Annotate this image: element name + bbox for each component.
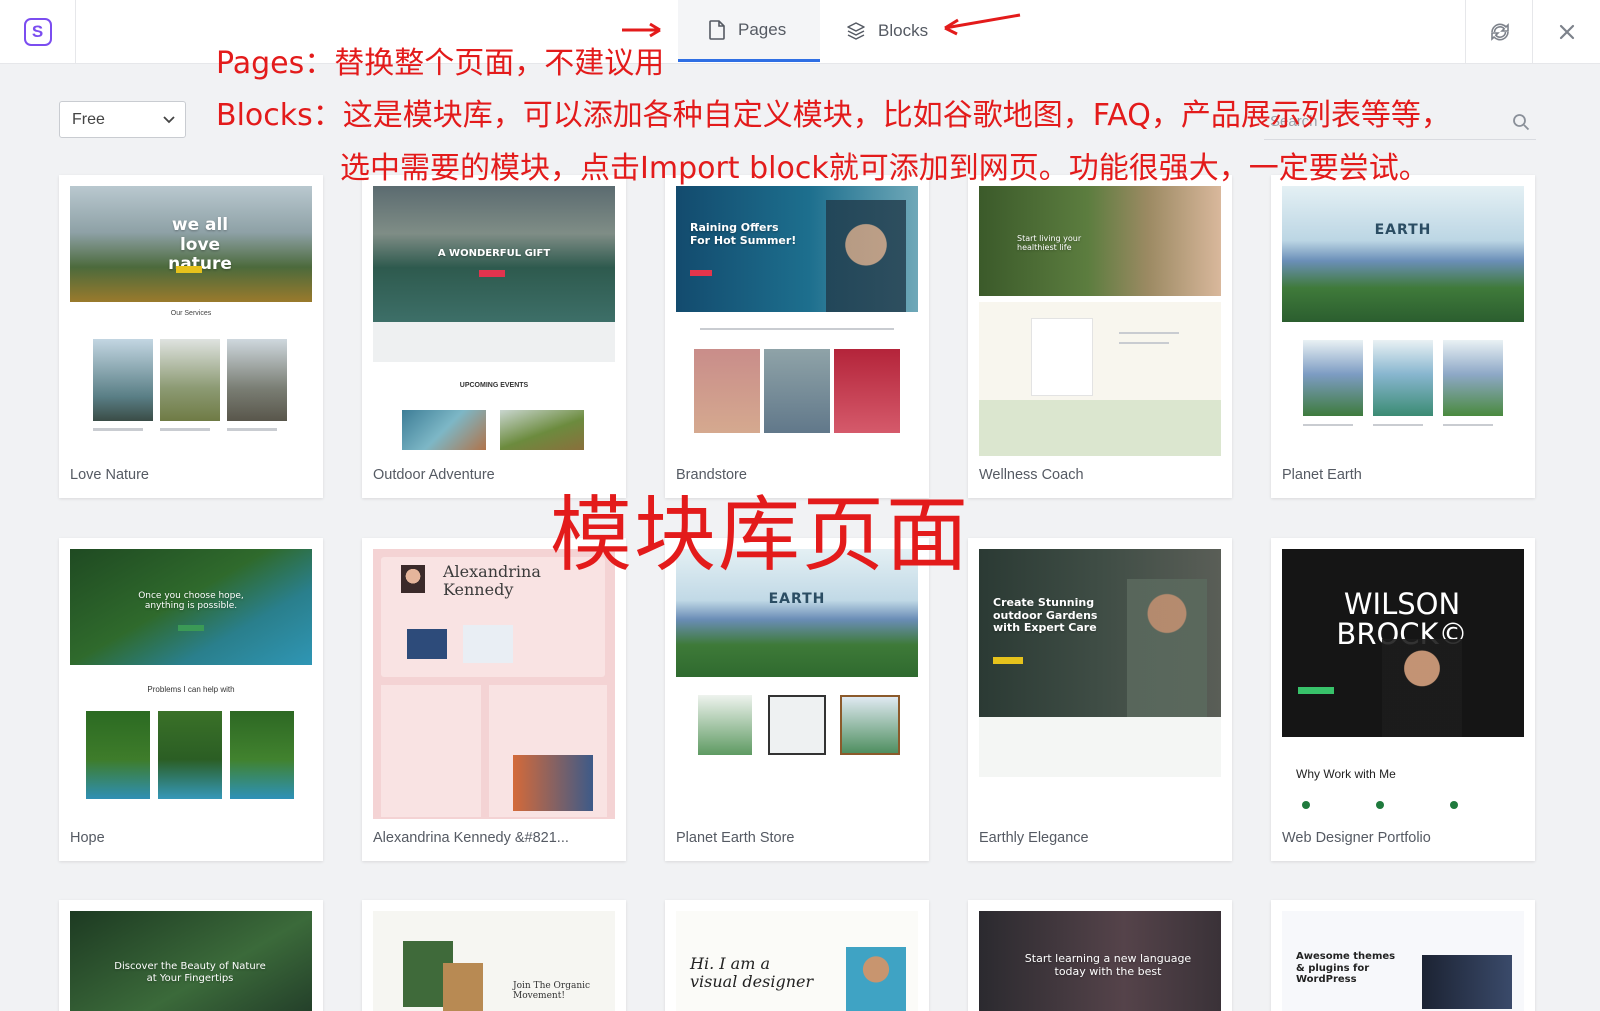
section-title: Problems I can help with — [147, 685, 235, 694]
hero-text: Once you choose hope, anything is possib… — [138, 591, 244, 612]
template-thumbnail: EARTH — [676, 549, 918, 819]
template-thumbnail: Once you choose hope, anything is possib… — [70, 549, 312, 819]
logo-icon: S — [23, 17, 52, 46]
chevron-down-icon — [163, 115, 175, 123]
template-card[interactable]: Hi. I am a visual designer — [665, 900, 929, 1011]
template-card[interactable]: Once you choose hope, anything is possib… — [59, 538, 323, 861]
hero-text: Alexandrina Kennedy — [443, 562, 541, 600]
template-thumbnail: Start learning a new language today with… — [979, 911, 1221, 1011]
annotation-blocks-cont: 选中需要的模块，点击Import block就可添加到网页。功能很强大，一定要尝… — [340, 151, 1429, 186]
close-icon — [1559, 24, 1574, 39]
template-thumbnail: Raining Offers For Hot Summer! — [676, 186, 918, 456]
template-card[interactable]: we all love nature Our Services Love Nat… — [59, 175, 323, 498]
template-title: Wellness Coach — [979, 467, 1084, 483]
tab-pages-label: Pages — [738, 19, 787, 39]
layers-icon — [847, 22, 865, 40]
template-thumbnail: EARTH — [1282, 186, 1524, 456]
filter-value: Free — [72, 110, 105, 128]
template-card[interactable]: Raining Offers For Hot Summer! Brandstor… — [665, 175, 929, 498]
hero-text: Start living your healthiest life — [1017, 234, 1082, 253]
template-title: Planet Earth Store — [676, 830, 795, 846]
template-thumbnail: Join The Organic Movement! — [373, 911, 615, 1011]
tab-pages[interactable]: Pages — [678, 0, 820, 62]
section-title: Why Work with Me — [1296, 767, 1396, 781]
template-title: Love Nature — [70, 467, 149, 483]
template-card[interactable]: EARTH Planet Earth — [1271, 175, 1535, 498]
template-card[interactable]: Start learning a new language today with… — [968, 900, 1232, 1011]
template-thumbnail: Create Stunning outdoor Gardens with Exp… — [979, 549, 1221, 819]
tab-blocks-label: Blocks — [878, 21, 929, 40]
template-card[interactable]: A WONDERFUL GIFT UPCOMING EVENTS Outdoor… — [362, 175, 626, 498]
annotation-blocks: Blocks：这是模块库，可以添加各种自定义模块，比如谷歌地图，FAQ，产品展示… — [216, 98, 1451, 133]
template-thumbnail: WILSON BROCK© Why Work with Me — [1282, 549, 1524, 819]
refresh-button[interactable] — [1465, 0, 1533, 63]
hero-text: EARTH — [1374, 222, 1432, 238]
template-thumbnail: we all love nature Our Services — [70, 186, 312, 456]
hero-text: Hi. I am a visual designer — [690, 954, 814, 992]
template-thumbnail: Awesome themes & plugins for WordPress — [1282, 911, 1524, 1011]
annotation-pages: Pages：替换整个页面，不建议用 — [216, 46, 665, 81]
hero-text: Awesome themes & plugins for WordPress — [1296, 951, 1396, 985]
page-icon — [709, 19, 725, 40]
hero-text: A WONDERFUL GIFT — [437, 248, 551, 259]
search-icon — [1513, 113, 1530, 130]
template-card[interactable]: Create Stunning outdoor Gardens with Exp… — [968, 538, 1232, 861]
template-card[interactable]: Awesome themes & plugins for WordPress — [1271, 900, 1535, 1011]
template-thumbnail: Alexandrina Kennedy — [373, 549, 615, 819]
section-title: UPCOMING EVENTS — [459, 382, 529, 389]
hero-text: EARTH — [768, 591, 826, 607]
hero-text: Discover the Beauty of Nature at Your Fi… — [114, 961, 266, 984]
hero-text: Start learning a new language today with… — [1024, 952, 1192, 978]
tab-blocks[interactable]: Blocks — [846, 0, 976, 62]
plan-filter-select[interactable]: Free — [59, 101, 186, 138]
template-thumbnail: Hi. I am a visual designer — [676, 911, 918, 1011]
template-thumbnail: Start living your healthiest life — [979, 186, 1221, 456]
section-title: Our Services — [170, 310, 212, 317]
template-card[interactable]: Discover the Beauty of Nature at Your Fi… — [59, 900, 323, 1011]
template-title: Planet Earth — [1282, 467, 1362, 483]
template-title: Web Designer Portfolio — [1282, 830, 1431, 846]
template-card[interactable]: Start living your healthiest life Wellne… — [968, 175, 1232, 498]
template-title: Alexandrina Kennedy &#821... — [373, 830, 569, 846]
hero-text: Join The Organic Movement! — [513, 981, 591, 1002]
close-button[interactable] — [1532, 0, 1600, 63]
template-title: Hope — [70, 830, 105, 846]
annotation-title: 模块库页面 — [550, 488, 971, 583]
hero-text: Raining Offers For Hot Summer! — [690, 221, 797, 247]
app-logo[interactable]: S — [0, 0, 76, 63]
template-title: Outdoor Adventure — [373, 467, 495, 483]
template-title: Earthly Elegance — [979, 830, 1089, 846]
template-thumbnail: Discover the Beauty of Nature at Your Fi… — [70, 911, 312, 1011]
template-card[interactable]: Join The Organic Movement! — [362, 900, 626, 1011]
template-thumbnail: A WONDERFUL GIFT UPCOMING EVENTS — [373, 186, 615, 456]
template-card[interactable]: WILSON BROCK© Why Work with Me Web Desig… — [1271, 538, 1535, 861]
hero-text: Create Stunning outdoor Gardens with Exp… — [993, 596, 1098, 635]
refresh-icon — [1490, 22, 1509, 41]
